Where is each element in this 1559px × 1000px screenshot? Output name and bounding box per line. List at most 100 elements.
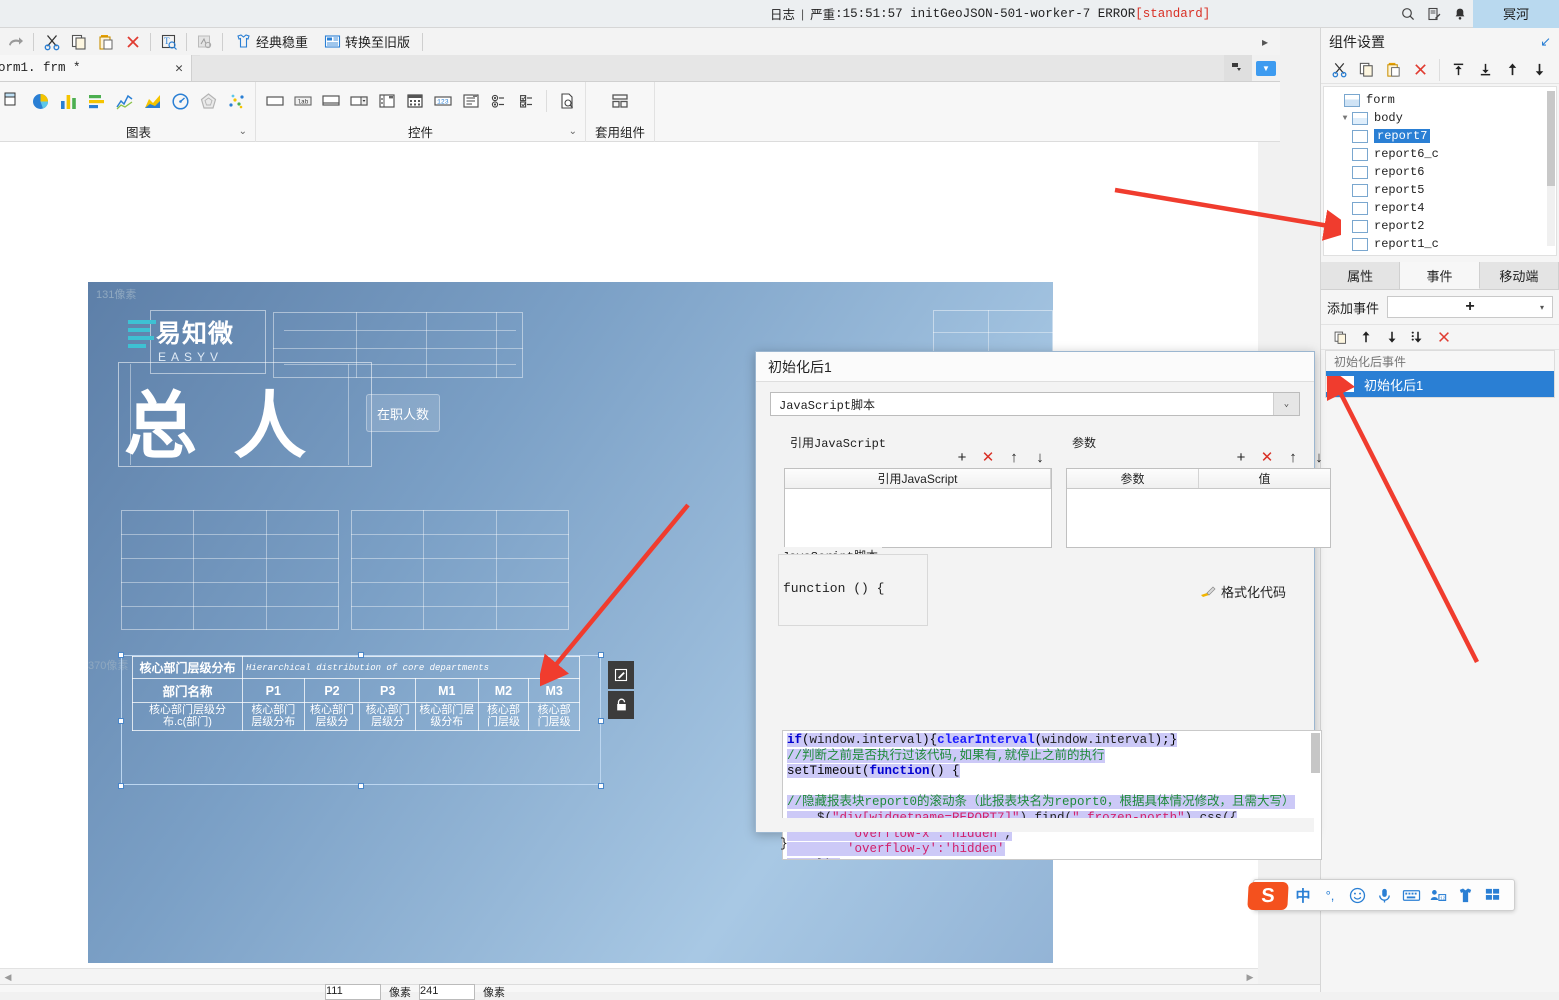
component-tree[interactable]: form ▼ body report7 report6_c report6 re… [1323, 86, 1557, 256]
resize-handle[interactable] [598, 652, 604, 658]
gauge-icon[interactable] [168, 87, 193, 115]
bell-icon[interactable] [1447, 0, 1473, 28]
radio-group-icon[interactable] [486, 87, 511, 115]
format-code-button[interactable]: 格式化代码 [1200, 582, 1286, 601]
tab-mobile[interactable]: 移动端 [1480, 262, 1559, 289]
move-up-icon[interactable]: ↑ [1006, 450, 1022, 465]
move-to-bottom-icon[interactable] [1473, 58, 1498, 82]
chevron-down-icon[interactable]: ▼ [1338, 114, 1352, 123]
delete-icon[interactable]: ✕ [1259, 450, 1275, 465]
ime-toolbar[interactable]: S 中 °, 12 [1253, 879, 1515, 911]
add-event-button[interactable]: + ▾ [1387, 296, 1553, 318]
tree-node-report1_c[interactable]: report1_c [1330, 235, 1556, 253]
theme-button[interactable]: 经典稳重 [227, 29, 316, 55]
line-chart-icon[interactable] [112, 87, 137, 115]
tree-node-report6[interactable]: report6 [1330, 163, 1556, 181]
move-down-icon[interactable] [1527, 58, 1552, 82]
expand-icon[interactable]: ↙ [1540, 34, 1551, 50]
find-text-icon[interactable]: T [155, 29, 182, 55]
skin-icon[interactable] [1454, 884, 1476, 906]
tab-preview-toggle[interactable]: ▼ [1252, 55, 1280, 81]
status-left-value[interactable]: 111 [325, 984, 381, 1000]
stacked-bar-icon[interactable] [84, 87, 109, 115]
resize-handle[interactable] [118, 718, 124, 724]
bar-chart-icon[interactable] [56, 87, 81, 115]
tree-node-form[interactable]: form [1330, 91, 1556, 109]
ime-mode-toggle[interactable]: 中 [1292, 884, 1314, 906]
copy-icon[interactable] [1354, 58, 1379, 82]
tree-node-report2[interactable]: report2 [1330, 217, 1556, 235]
add-icon[interactable]: + [954, 450, 970, 465]
chevron-down-icon[interactable]: ▾ [1540, 303, 1544, 312]
toolbar-overflow-arrow[interactable]: ▸ [1250, 35, 1280, 49]
event-list[interactable]: 初始化后事件 初始化后1 [1325, 350, 1555, 398]
params-table[interactable]: 参数 值 [1066, 468, 1331, 548]
scatter-chart-icon[interactable] [224, 87, 249, 115]
chevron-down-icon[interactable]: ⌄ [1273, 393, 1299, 415]
paste-icon[interactable] [92, 29, 119, 55]
resize-handle[interactable] [598, 718, 604, 724]
resize-handle[interactable] [118, 783, 124, 789]
pill-badge[interactable]: 在职人数 [366, 394, 440, 432]
microphone-icon[interactable] [1373, 884, 1395, 906]
move-up-icon[interactable] [1355, 326, 1377, 348]
combobox-icon[interactable] [346, 87, 371, 115]
delete-icon[interactable]: ✕ [980, 450, 996, 465]
copy-icon[interactable] [65, 29, 92, 55]
treeview-icon[interactable] [458, 87, 483, 115]
canvas-horizontal-scrollbar[interactable]: ◀ ▶ [0, 968, 1258, 984]
tab-events[interactable]: 事件 [1400, 262, 1479, 289]
resize-handle[interactable] [118, 652, 124, 658]
move-down-icon[interactable]: ↓ [1311, 450, 1327, 465]
tree-node-report5[interactable]: report5 [1330, 181, 1556, 199]
tab-close-icon[interactable]: ✕ [145, 61, 183, 76]
code-scrollbar[interactable] [1311, 733, 1320, 859]
ref-js-table[interactable]: 引用JavaScript [784, 468, 1052, 548]
cut-icon[interactable] [38, 29, 65, 55]
datepicker-icon[interactable] [402, 87, 427, 115]
chevron-down-icon[interactable]: ⌄ [239, 126, 247, 137]
convert-legacy-button[interactable]: 转换至旧版 [316, 29, 418, 55]
move-down-icon[interactable] [1381, 326, 1403, 348]
ribbon-left-icon[interactable] [0, 82, 22, 141]
report-table[interactable]: 核心部门层级分布 Hierarchical distribution of co… [132, 656, 580, 731]
js-code-editor[interactable]: if(window.interval){clearInterval(window… [782, 730, 1322, 860]
move-up-icon[interactable] [1500, 58, 1525, 82]
sogou-logo-icon[interactable]: S [1247, 882, 1288, 910]
apps-icon[interactable] [1481, 884, 1503, 906]
scroll-right-icon[interactable]: ▶ [1242, 969, 1258, 985]
lock-icon[interactable] [608, 691, 634, 719]
listbox-icon[interactable] [374, 87, 399, 115]
delete-icon[interactable] [1433, 326, 1455, 348]
code-scroll-thumb[interactable] [1311, 733, 1320, 773]
grid-block-3[interactable] [121, 510, 339, 630]
ime-punctuation-toggle[interactable]: °, [1319, 884, 1341, 906]
checkbox-group-icon[interactable] [514, 87, 539, 115]
smiley-icon[interactable] [1346, 884, 1368, 906]
resize-handle[interactable] [598, 783, 604, 789]
paste-icon[interactable] [1381, 58, 1406, 82]
pie-chart-icon[interactable] [28, 87, 53, 115]
event-editor-dialog[interactable]: 初始化后1 JavaScript脚本 ⌄ 引用JavaScript + ✕ ↑ … [755, 351, 1315, 833]
cut-icon[interactable] [1327, 58, 1352, 82]
textarea-icon[interactable] [318, 87, 343, 115]
edit-pencil-icon[interactable] [608, 661, 634, 689]
resize-handle[interactable] [358, 783, 364, 789]
search-icon[interactable] [1395, 0, 1421, 28]
move-to-top-icon[interactable] [1446, 58, 1471, 82]
chevron-down-icon[interactable]: ⌄ [569, 126, 577, 137]
params-table-body[interactable] [1067, 489, 1330, 547]
calendar-icon[interactable]: 12 [1427, 884, 1449, 906]
copy-icon[interactable] [1329, 326, 1351, 348]
tree-node-report7[interactable]: report7 [1330, 127, 1556, 145]
scroll-track-horizontal[interactable] [16, 969, 1242, 984]
scroll-left-icon[interactable]: ◀ [0, 969, 16, 985]
preview-icon[interactable] [554, 87, 579, 115]
label-icon[interactable]: lab [290, 87, 315, 115]
event-list-item[interactable]: 初始化后1 [1326, 371, 1554, 397]
move-up-icon[interactable]: ↑ [1285, 450, 1301, 465]
ref-js-table-body[interactable] [785, 489, 1051, 547]
tab-form1[interactable]: orm1. frm * ✕ [0, 55, 192, 81]
move-down-icon[interactable]: ↓ [1032, 450, 1048, 465]
note-edit-icon[interactable] [1421, 0, 1447, 28]
